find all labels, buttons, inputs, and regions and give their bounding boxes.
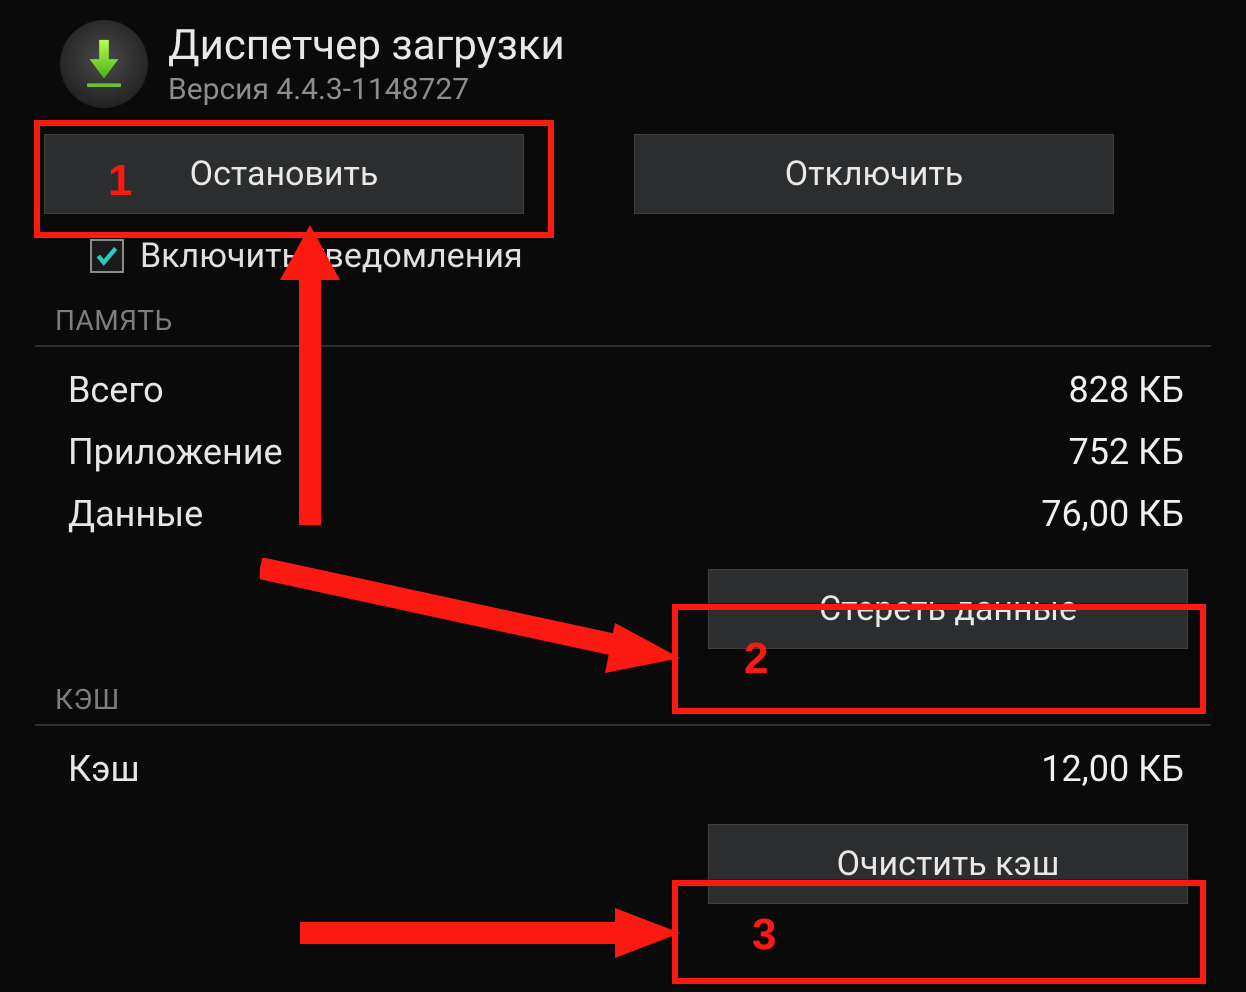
cache-value: 12,00 КБ (1041, 748, 1184, 790)
clear-data-row: Стереть данные (30, 569, 1216, 649)
row-total: Всего 828 КБ (60, 359, 1192, 421)
memory-info: Всего 828 КБ Приложение 752 КБ Данные 76… (30, 347, 1216, 565)
app-value: 752 КБ (1069, 431, 1184, 473)
data-value: 76,00 КБ (1041, 493, 1184, 535)
clear-cache-row: Очистить кэш (30, 824, 1216, 904)
total-label: Всего (68, 369, 164, 411)
top-button-row: Остановить Отключить (30, 134, 1216, 214)
app-version: Версия 4.4.3-1148727 (168, 72, 565, 107)
cache-label: Кэш (68, 748, 140, 790)
app-label: Приложение (68, 431, 283, 473)
notifications-label: Включить уведомления (140, 236, 523, 276)
annotation-number-3: 3 (752, 910, 776, 960)
app-title: Диспетчер загрузки (168, 21, 565, 70)
row-data: Данные 76,00 КБ (60, 483, 1192, 545)
app-header: Диспетчер загрузки Версия 4.4.3-1148727 (30, 20, 1216, 126)
row-cache: Кэш 12,00 КБ (60, 738, 1192, 800)
clear-cache-button[interactable]: Очистить кэш (708, 824, 1188, 904)
stop-button[interactable]: Остановить (44, 134, 524, 214)
row-app: Приложение 752 КБ (60, 421, 1192, 483)
memory-section-title: ПАМЯТЬ (35, 304, 1211, 347)
data-label: Данные (68, 493, 203, 535)
clear-data-button[interactable]: Стереть данные (708, 569, 1188, 649)
notifications-row[interactable]: Включить уведомления (30, 214, 1216, 304)
cache-section-title: КЭШ (35, 683, 1211, 726)
notifications-checkbox[interactable] (90, 239, 124, 273)
total-value: 828 КБ (1069, 369, 1184, 411)
annotation-arrow-3 (300, 908, 680, 958)
disable-button[interactable]: Отключить (634, 134, 1114, 214)
cache-info: Кэш 12,00 КБ (30, 726, 1216, 820)
app-info-screen: Диспетчер загрузки Версия 4.4.3-1148727 … (0, 0, 1246, 992)
download-manager-icon (60, 20, 148, 108)
